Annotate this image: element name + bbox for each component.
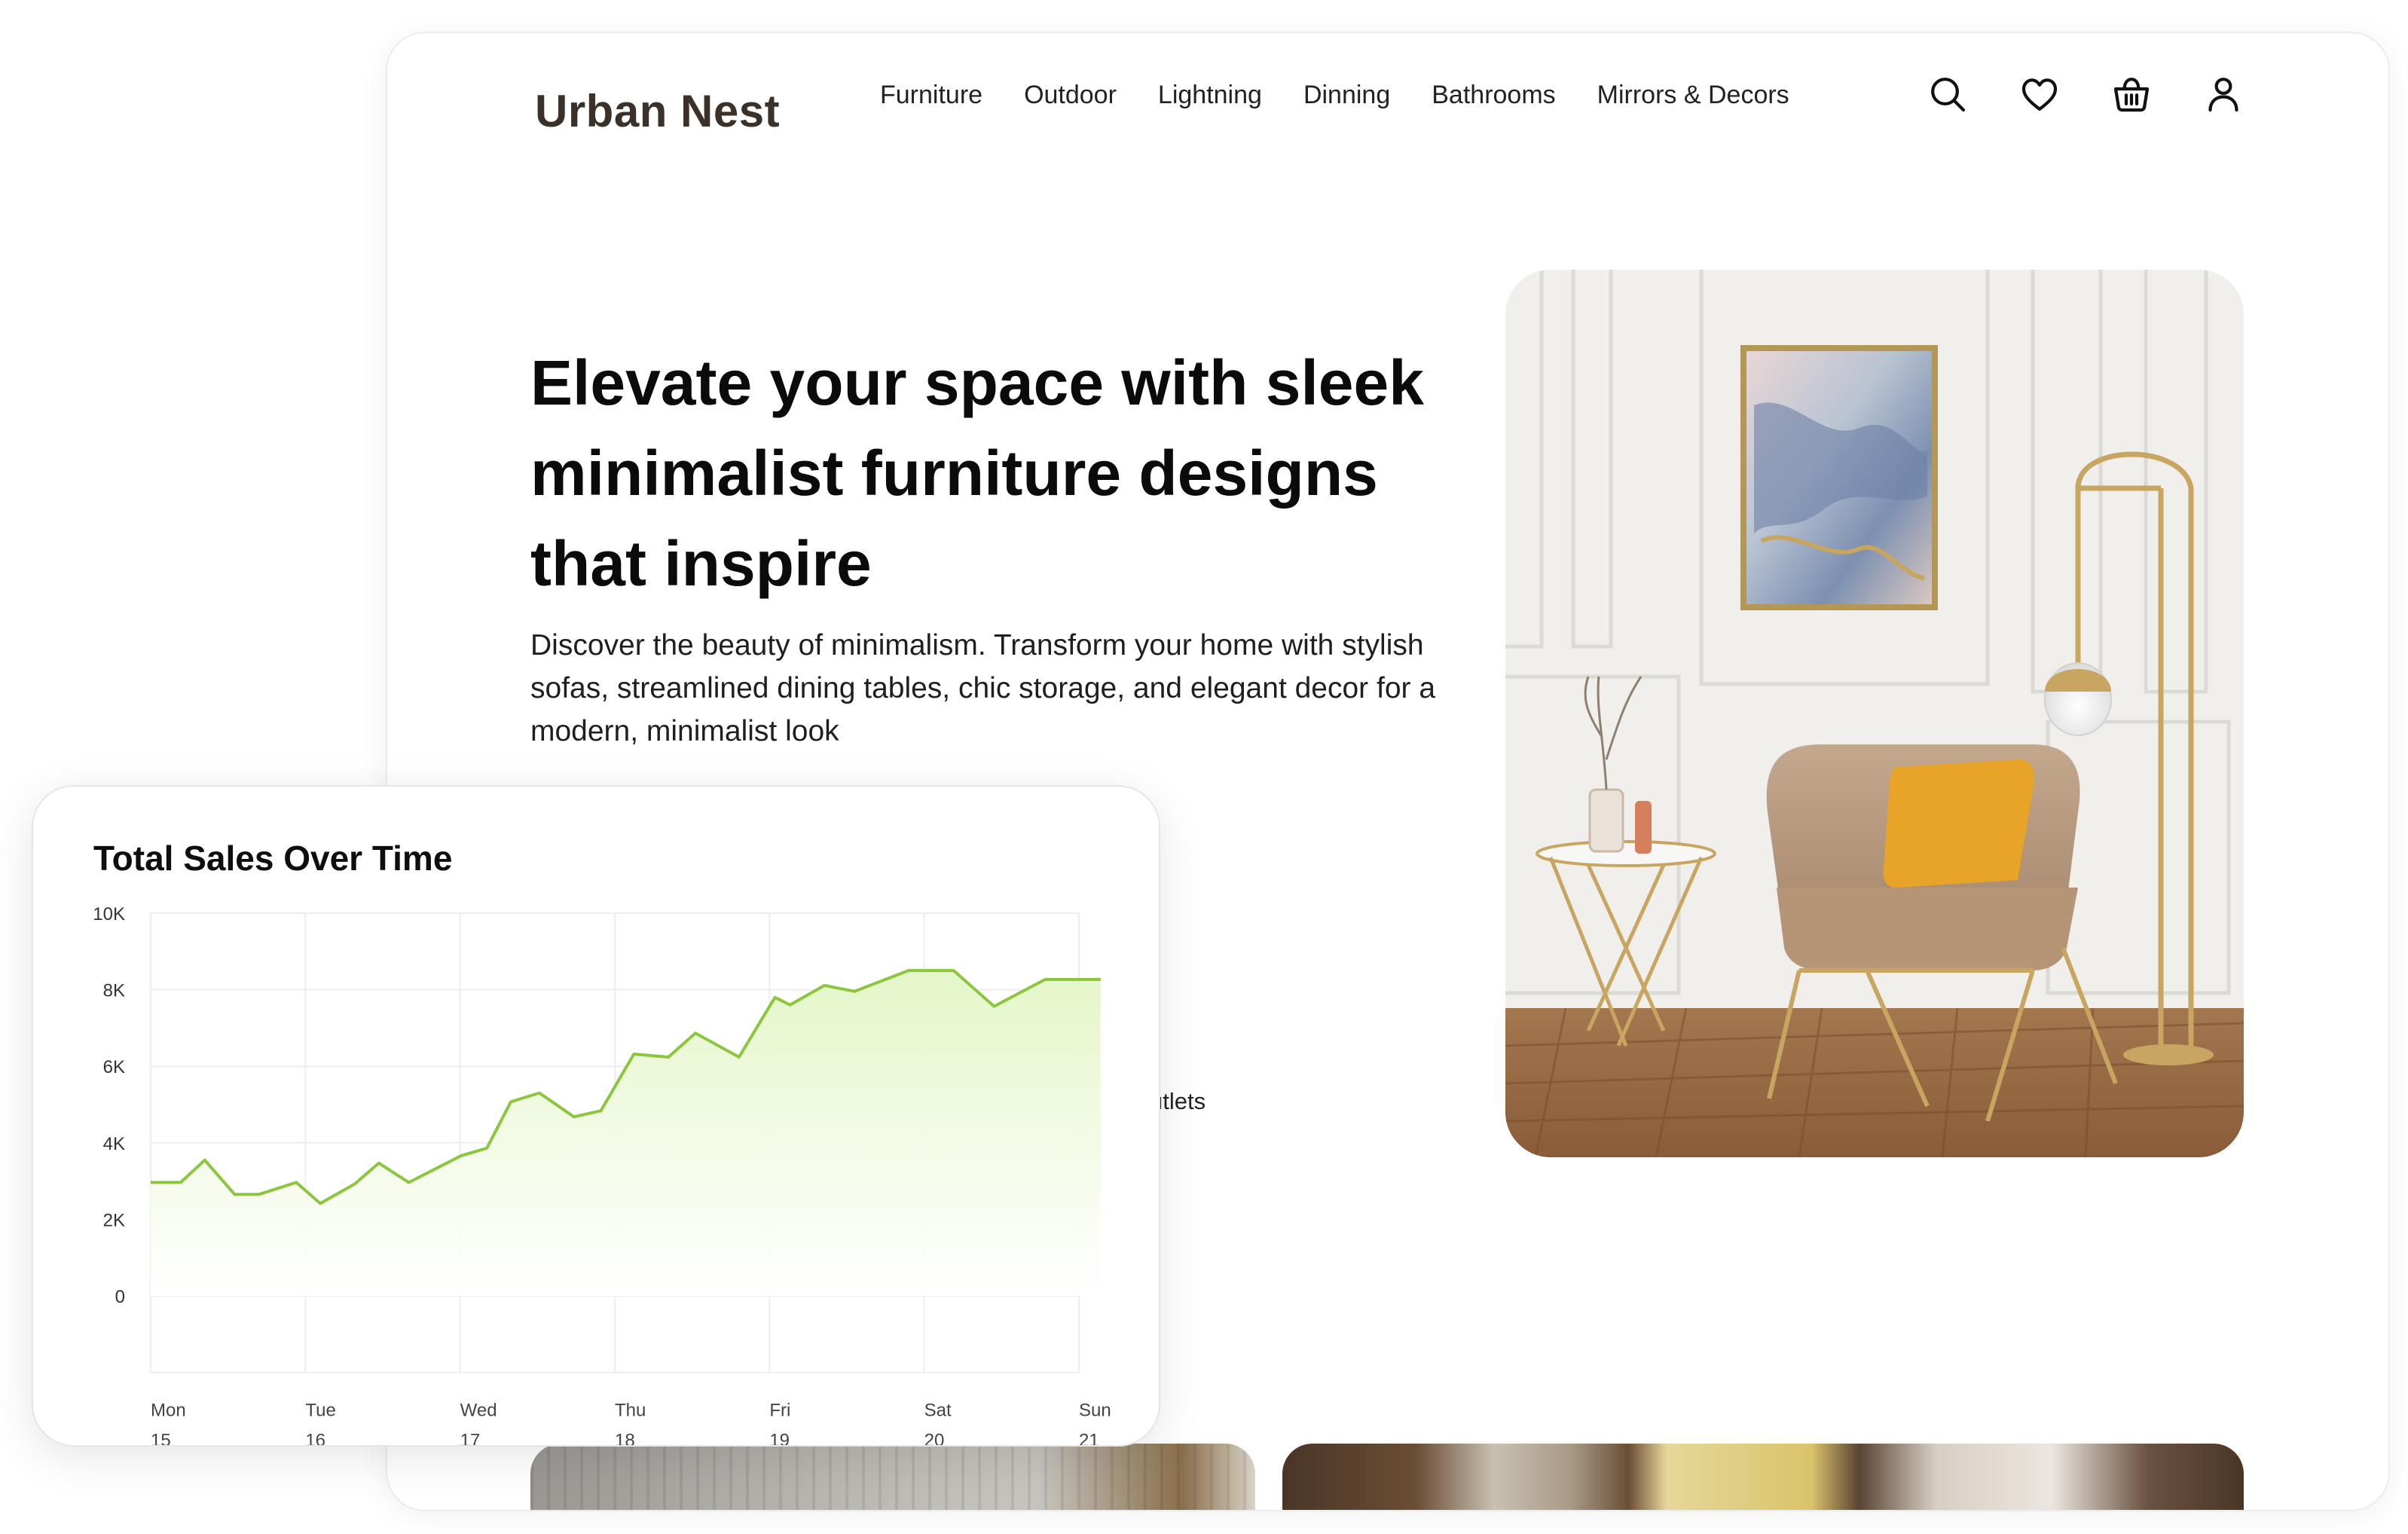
x-tick-date: 18 <box>615 1431 635 1445</box>
nav-item-outdoor[interactable]: Outdoor <box>1024 81 1117 110</box>
data-point <box>993 1006 995 1007</box>
data-point <box>180 1181 182 1183</box>
data-point <box>408 1181 410 1183</box>
hero-room-image <box>1505 270 2244 1157</box>
nav-item-mirrors-decors[interactable]: Mirrors & Decors <box>1597 81 1789 110</box>
data-point <box>908 970 909 971</box>
brand-logo[interactable]: Urban Nest <box>535 51 780 172</box>
nav-item-dinning[interactable]: Dinning <box>1303 81 1390 110</box>
search-icon[interactable] <box>1917 63 1979 125</box>
data-point <box>234 1193 236 1195</box>
x-tick-date: 20 <box>924 1431 945 1445</box>
nav-item-furniture[interactable]: Furniture <box>880 81 982 110</box>
data-point <box>460 1155 462 1157</box>
nav-item-lightning[interactable]: Lightning <box>1158 81 1262 110</box>
nav-item-bathrooms[interactable]: Bathrooms <box>1432 81 1555 110</box>
data-point <box>738 1056 740 1058</box>
x-tick-date: 17 <box>460 1431 481 1445</box>
data-point <box>258 1193 259 1195</box>
basket-icon[interactable] <box>2101 63 2162 125</box>
data-point <box>854 991 855 992</box>
x-tick-date: 15 <box>151 1431 171 1445</box>
y-tick-label: 6K <box>103 1057 125 1077</box>
y-tick-label: 0 <box>115 1287 125 1307</box>
x-tick-day: Thu <box>615 1401 646 1421</box>
hero-title: Elevate your space with sleek minimalist… <box>530 347 1424 599</box>
heart-icon[interactable] <box>2009 63 2070 125</box>
user-icon[interactable] <box>2193 63 2254 125</box>
x-tick-date: 19 <box>769 1431 790 1445</box>
hero-description: Discover the beauty of minimalism. Trans… <box>530 629 1436 747</box>
header-actions <box>1917 63 2284 125</box>
main-nav: Furniture Outdoor Lightning Dinning Bath… <box>880 33 1831 157</box>
x-tick-day: Sat <box>924 1401 952 1421</box>
data-point <box>668 1056 669 1058</box>
product-teaser-image-2[interactable] <box>1282 1444 2244 1510</box>
x-tick-day: Wed <box>460 1401 497 1421</box>
product-teaser-image-1[interactable] <box>530 1444 1255 1510</box>
x-tick-day: Tue <box>305 1401 335 1421</box>
sales-area-chart: 10K 8K 6K 4K 2K 0 Mon 15 Tue 16 Wed 17 Thu 18 Fri 19 Sat… <box>93 904 1111 1445</box>
sales-chart-card: Total Sales Over Time 10K 8K 6K 4K 2K 0 Mon 15 T… <box>32 785 1160 1447</box>
x-tick-day: Sun <box>1079 1401 1111 1421</box>
y-tick-label: 8K <box>103 981 125 1001</box>
y-tick-label: 4K <box>103 1134 125 1154</box>
x-tick-date: 16 <box>305 1431 325 1445</box>
x-tick-day: Fri <box>769 1401 790 1421</box>
data-point <box>953 970 955 971</box>
y-tick-label: 10K <box>93 904 125 924</box>
y-tick-label: 2K <box>103 1210 125 1230</box>
data-point <box>295 1181 297 1183</box>
sales-area-fill <box>151 970 1101 1296</box>
data-point <box>319 1202 321 1204</box>
x-tick-day: Mon <box>151 1401 186 1421</box>
x-tick-date: 21 <box>1079 1431 1099 1445</box>
